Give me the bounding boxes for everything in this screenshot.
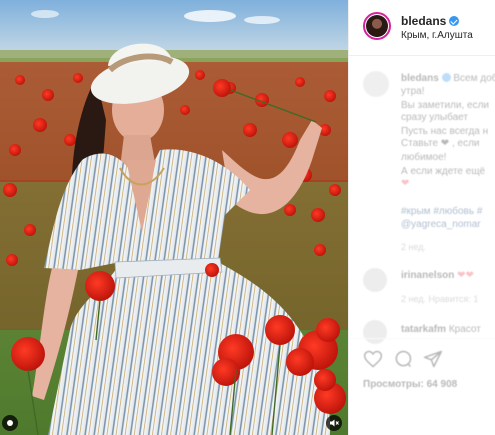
speaker-muted-icon [330, 419, 339, 427]
views-count[interactable]: Просмотры: 64 908 [363, 379, 457, 390]
caption-line: сразу улыбает [401, 112, 468, 123]
comment-text: ❤❤ [457, 270, 474, 281]
avatar-image [366, 15, 388, 37]
caption-line: Пусть нас всегда н [401, 126, 489, 137]
caption-line: Вы заметили, если [401, 100, 490, 111]
poppy-field-photo [0, 0, 348, 435]
comment-username[interactable]: irinanelson [401, 270, 454, 281]
post-header: bledans Крым, г.Алушта [349, 0, 495, 56]
caption-line: Всем доб [453, 73, 495, 84]
caption-line: А если ждете ещё [401, 166, 486, 177]
caption-hashtags[interactable]: #крым #любовь # [401, 206, 482, 217]
comment-bubble-icon[interactable] [393, 349, 413, 369]
post-video[interactable] [0, 0, 348, 435]
tagged-users-button[interactable] [2, 415, 18, 431]
caption-time-ago[interactable]: 2 нед. [401, 242, 426, 252]
profile-avatar[interactable] [363, 12, 391, 40]
instagram-post: bledans Крым, г.Алушта bledans Всем доб … [0, 0, 495, 435]
verified-badge-icon [441, 73, 451, 82]
post-author[interactable]: bledans [401, 14, 460, 28]
caption-line: любимое! [401, 152, 447, 163]
post-location[interactable]: Крым, г.Алушта [401, 30, 473, 41]
heart-emoji-icon: ❤ [401, 178, 410, 189]
post-details-faded: bledans Всем доб утра! Вы заметили, если… [349, 56, 495, 435]
user-tag-icon [7, 420, 13, 426]
post-actions: Просмотры: 64 908 [349, 338, 495, 435]
caption-username[interactable]: bledans [401, 73, 439, 84]
comment-username[interactable]: tatarkafm [401, 324, 446, 335]
caption-author[interactable]: bledans Всем доб [401, 73, 495, 84]
verified-badge-icon [449, 16, 460, 26]
comment: tatarkafm Красот [401, 324, 481, 335]
like-heart-icon[interactable] [363, 349, 383, 369]
comment-avatar[interactable] [363, 268, 387, 292]
share-paper-plane-icon[interactable] [423, 349, 443, 369]
caption-avatar[interactable] [363, 71, 389, 97]
mute-button[interactable] [326, 415, 342, 431]
comment-text: Красот [448, 324, 481, 335]
comment-meta[interactable]: 2 нед. Нравится: 1 [401, 294, 478, 304]
caption-line: Ставьте ❤ , если [401, 138, 480, 149]
post-author-username[interactable]: bledans [401, 14, 446, 28]
comment: irinanelson ❤❤ [401, 270, 474, 281]
caption-line: утра! [401, 86, 425, 97]
caption-mention[interactable]: @yagreca_nomar [401, 219, 481, 230]
post-side-panel: bledans Крым, г.Алушта bledans Всем доб … [348, 0, 495, 435]
